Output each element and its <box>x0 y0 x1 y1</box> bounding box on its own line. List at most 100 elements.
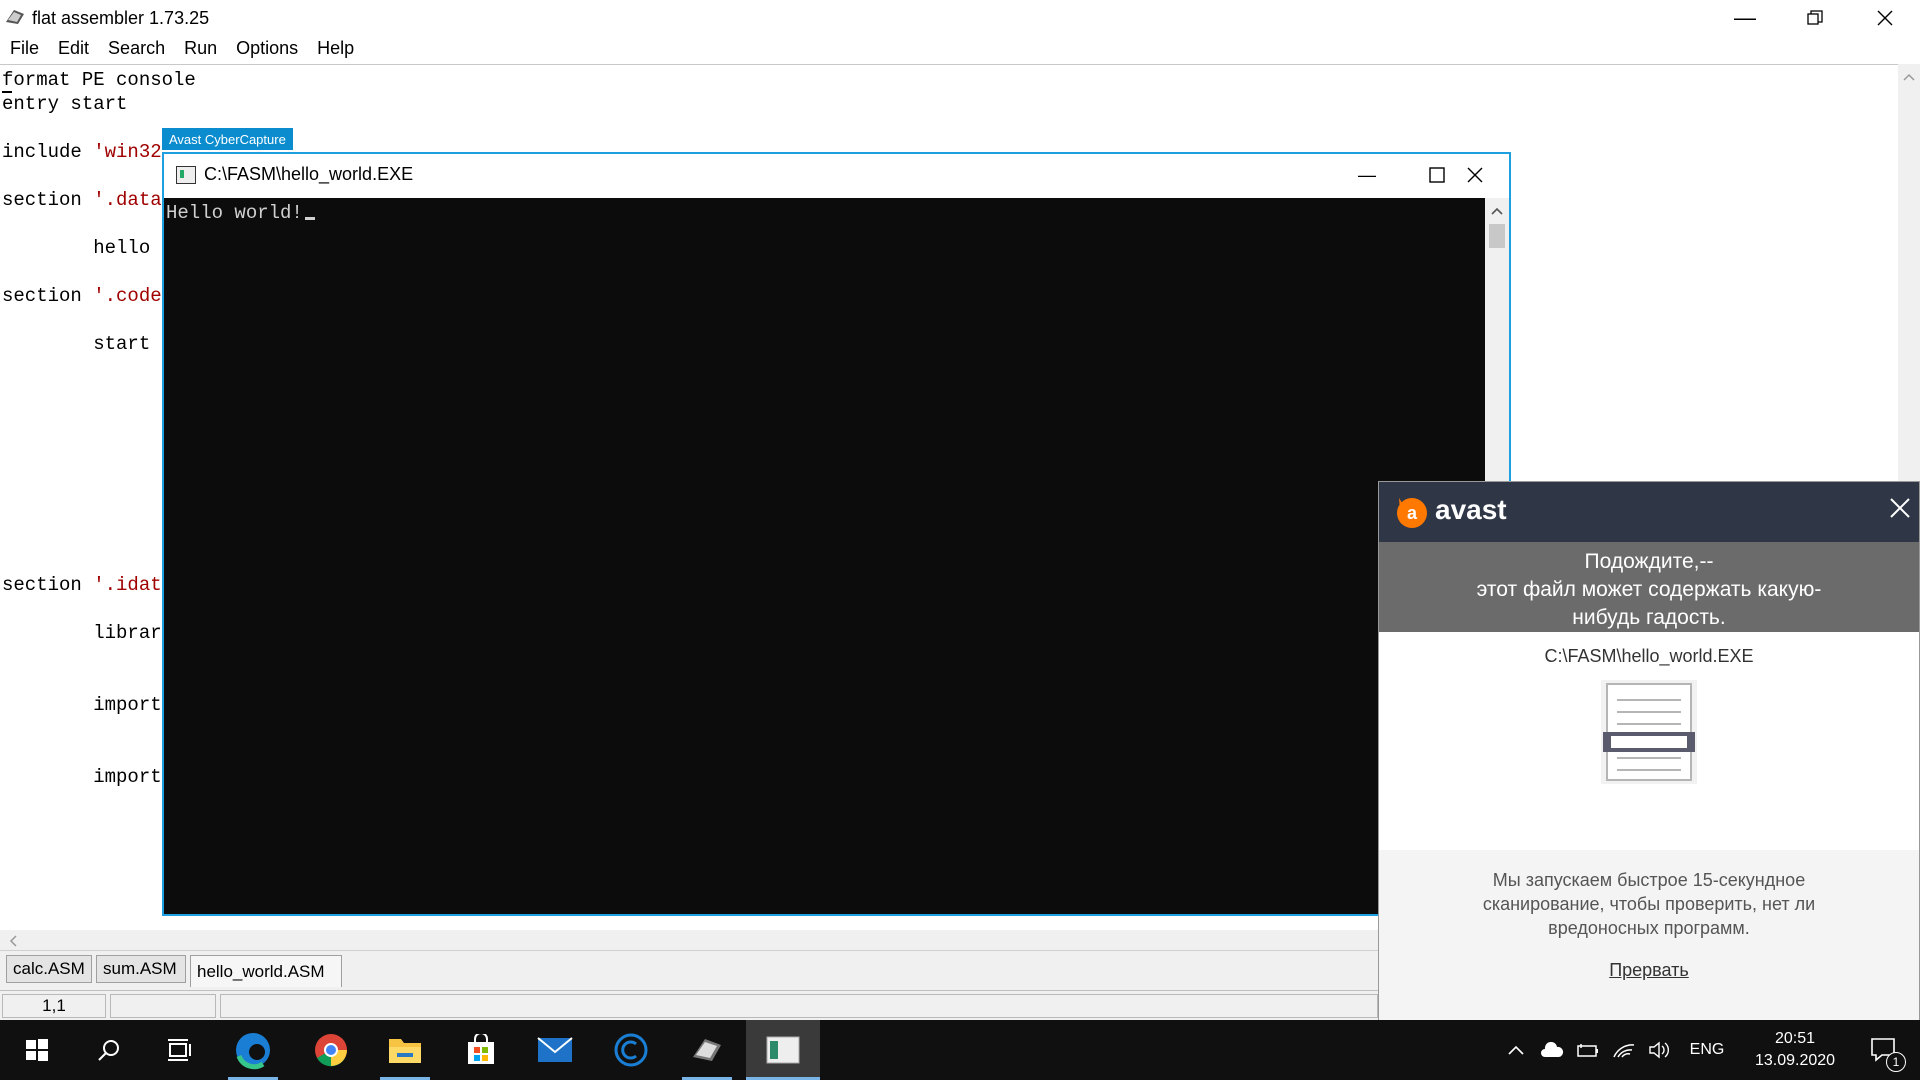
chevron-up-icon <box>1508 1045 1524 1055</box>
battery-icon <box>1577 1044 1598 1057</box>
taskbar-mail[interactable] <box>518 1020 592 1080</box>
fasm-icon <box>693 1039 721 1061</box>
task-view-icon <box>168 1039 191 1061</box>
avast-logo-icon: a <box>1397 498 1427 528</box>
scroll-thumb[interactable] <box>1489 224 1505 248</box>
code-line: import <box>2 766 162 788</box>
minimize-icon: — <box>1358 164 1376 185</box>
code-line: format PE console <box>2 69 196 91</box>
console-output-area[interactable]: Hello world! <box>164 198 1485 914</box>
tray-volume[interactable] <box>1644 1020 1676 1080</box>
notification-badge: 1 <box>1886 1052 1906 1072</box>
scroll-up-icon[interactable] <box>1491 206 1503 216</box>
cursor-position: 1,1 <box>2 994 106 1018</box>
scroll-up-icon[interactable] <box>1903 72 1915 82</box>
scanned-file-path: C:\FASM\hello_world.EXE <box>1544 646 1754 666</box>
tab-hello-world-asm[interactable]: hello_world.ASM <box>190 955 342 987</box>
clock-time: 20:51 <box>1774 1030 1816 1047</box>
avast-brand: avast <box>1435 494 1507 525</box>
code-line: import <box>2 694 162 716</box>
avast-message-panel: Мы запускаем быстрое 15-секундное сканир… <box>1379 850 1919 1020</box>
status-cell <box>220 994 1378 1018</box>
action-center-button[interactable]: 1 <box>1856 1020 1912 1080</box>
menu-options[interactable]: Options <box>226 36 307 64</box>
tab-sum-asm[interactable]: sum.ASM <box>96 955 186 983</box>
minimize-button[interactable]: — <box>1710 0 1780 36</box>
tray-wifi[interactable] <box>1608 1020 1640 1080</box>
banner-line: Подождите,-- <box>1584 550 1714 573</box>
console-minimize-button[interactable]: — <box>1332 154 1402 196</box>
code-line: hello <box>2 237 151 259</box>
window-title: flat assembler 1.73.25 <box>32 8 210 28</box>
cybercapture-tag: Avast CyberCapture <box>162 128 293 150</box>
abort-link[interactable]: Прервать <box>1379 960 1919 981</box>
speaker-icon <box>1649 1041 1669 1059</box>
menu-search[interactable]: Search <box>98 36 174 64</box>
banner-line: этот файл может содержать какую- <box>1476 578 1822 601</box>
tray-clock[interactable]: 20:51 13.09.2020 <box>1740 1020 1850 1080</box>
taskbar-store[interactable] <box>444 1020 518 1080</box>
scroll-left-icon[interactable] <box>8 935 18 947</box>
code-line: include 'win32 <box>2 141 162 163</box>
console-window[interactable]: C:\FASM\hello_world.EXE — Hello world! <box>162 152 1511 916</box>
menu-help[interactable]: Help <box>307 36 363 64</box>
menu-run[interactable]: Run <box>174 36 226 64</box>
taskbar-chrome[interactable] <box>294 1020 368 1080</box>
avast-warning-banner: Подождите,-- этот файл может содержать к… <box>1379 542 1919 632</box>
banner-line: нибудь гадость. <box>1572 606 1726 629</box>
task-view-button[interactable] <box>142 1020 216 1080</box>
restore-icon <box>1807 10 1823 25</box>
taskbar-file-explorer[interactable] <box>368 1020 442 1080</box>
tray-battery[interactable] <box>1572 1020 1604 1080</box>
tray-onedrive[interactable] <box>1536 1020 1568 1080</box>
windows-logo-icon <box>26 1039 48 1061</box>
tray-overflow-button[interactable] <box>1500 1020 1532 1080</box>
taskbar-ccleaner[interactable] <box>594 1020 668 1080</box>
chrome-browser-icon <box>315 1034 347 1067</box>
status-bar: 1,1 <box>0 990 1380 1021</box>
search-button[interactable] <box>72 1020 146 1080</box>
cloud-icon <box>1541 1042 1564 1057</box>
taskbar-console[interactable] <box>746 1020 820 1080</box>
search-icon <box>98 1040 119 1061</box>
tray-language[interactable]: ENG <box>1682 1020 1732 1080</box>
code-line: start <box>2 333 151 355</box>
menu-edit[interactable]: Edit <box>48 36 98 64</box>
code-line: section '.data <box>2 189 162 211</box>
app-titlebar: flat assembler 1.73.25 — <box>0 0 1920 36</box>
code-line: librar <box>2 622 162 644</box>
taskbar-fasm[interactable] <box>670 1020 744 1080</box>
taskbar: ENG 20:51 13.09.2020 1 <box>0 1020 1920 1080</box>
avast-message: Мы запускаем быстрое 15-секундное сканир… <box>1482 870 1816 938</box>
avast-popup: a avast Подождите,-- этот файл может сод… <box>1378 481 1920 1020</box>
start-button[interactable] <box>0 1020 74 1080</box>
editor-horizontal-scrollbar[interactable] <box>0 930 1380 950</box>
document-scan-icon <box>1601 680 1697 784</box>
close-icon <box>1467 167 1483 183</box>
edge-browser-icon <box>236 1033 270 1070</box>
fasm-logo-icon <box>6 10 24 24</box>
minimize-icon: — <box>1734 5 1756 30</box>
avast-file-panel: C:\FASM\hello_world.EXE <box>1379 632 1919 850</box>
console-app-icon <box>766 1036 800 1064</box>
wifi-icon <box>1613 1044 1635 1058</box>
menu-bar: File Edit Search Run Options Help <box>0 36 1920 64</box>
code-line: section '.code <box>2 285 162 307</box>
clock-date: 13.09.2020 <box>1754 1052 1836 1069</box>
avast-close-icon[interactable] <box>1889 497 1911 519</box>
folder-icon <box>389 1039 421 1063</box>
svg-text:a: a <box>1407 503 1418 523</box>
close-button[interactable] <box>1850 0 1920 36</box>
ccleaner-icon <box>614 1033 648 1067</box>
tab-calc-asm[interactable]: calc.ASM <box>6 955 92 983</box>
store-icon <box>468 1034 494 1064</box>
menu-file[interactable]: File <box>0 36 48 64</box>
taskbar-edge[interactable] <box>216 1020 290 1080</box>
restore-button[interactable] <box>1780 0 1850 36</box>
code-line: entry start <box>2 93 128 115</box>
console-cursor <box>304 217 315 220</box>
code-line: section '.idat <box>2 574 162 596</box>
console-close-button[interactable] <box>1440 154 1510 196</box>
avast-header: a avast <box>1379 482 1919 542</box>
close-icon <box>1877 10 1893 26</box>
